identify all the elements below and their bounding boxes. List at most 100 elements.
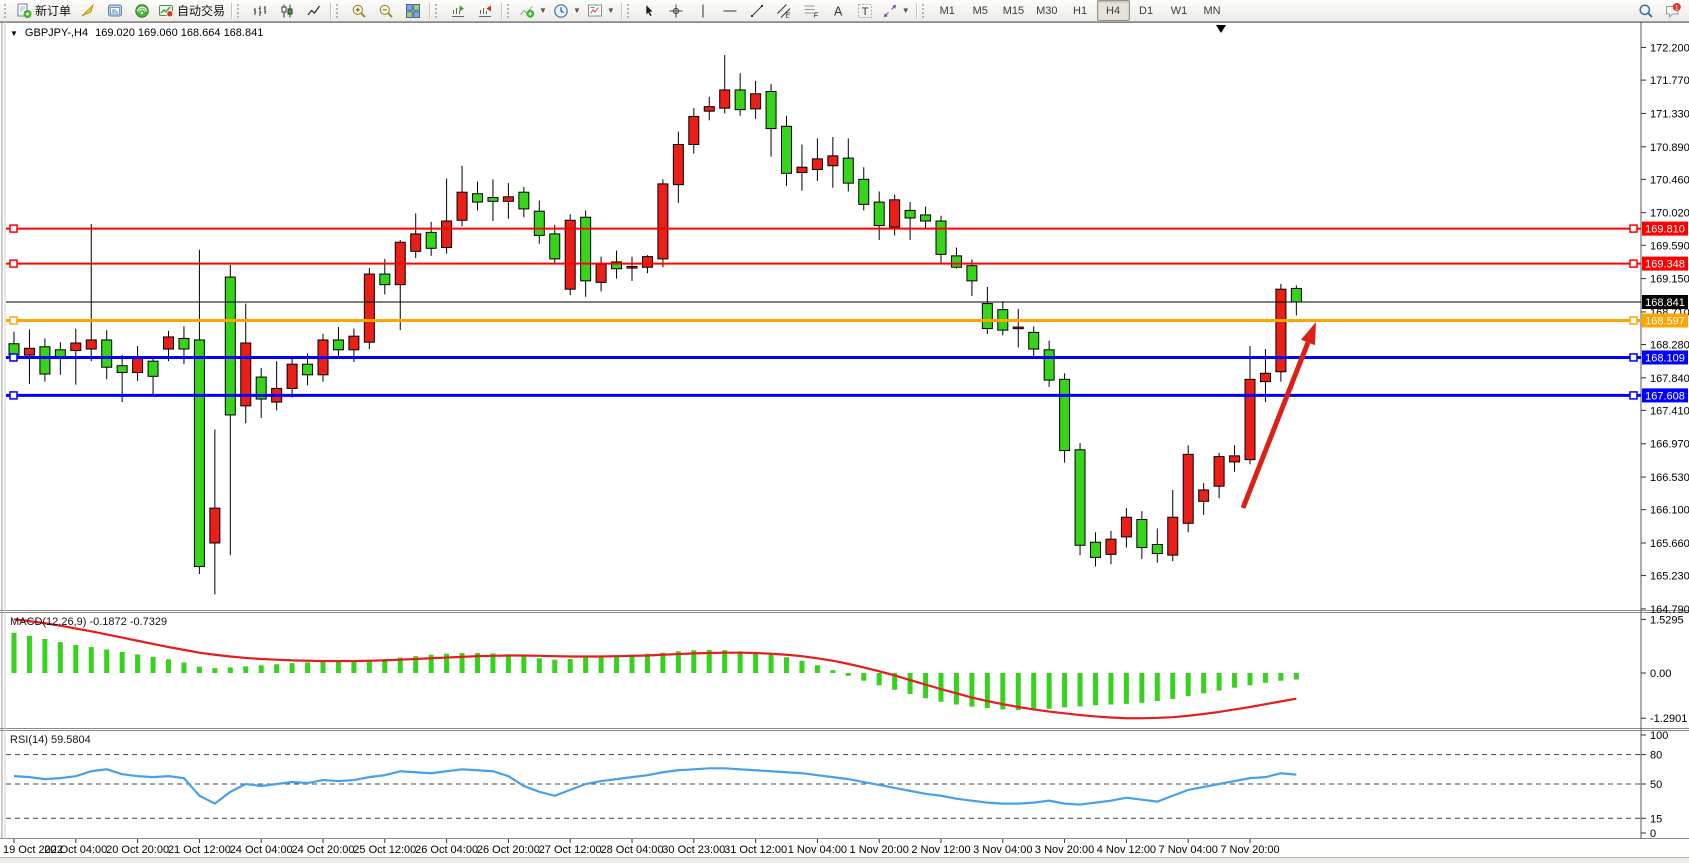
svg-text:-1.2901: -1.2901 bbox=[1650, 713, 1687, 725]
macd-histogram-bar bbox=[954, 673, 959, 705]
toolbar-group-handle[interactable] bbox=[4, 4, 10, 18]
ind-plus-icon bbox=[519, 3, 535, 19]
toolbar-group-handle[interactable] bbox=[922, 4, 928, 18]
vertical-line-tool-button[interactable] bbox=[690, 0, 717, 21]
tf-mn-button[interactable]: MN bbox=[1196, 0, 1229, 21]
candle bbox=[133, 346, 143, 381]
candle bbox=[287, 357, 297, 398]
tf-d1-button[interactable]: D1 bbox=[1130, 0, 1163, 21]
chart-shift-marker bbox=[1216, 25, 1226, 33]
macd-histogram-bar bbox=[27, 636, 32, 673]
candle bbox=[565, 214, 575, 295]
resistance-line-1[interactable] bbox=[6, 225, 1641, 232]
toolbar-group-handle[interactable] bbox=[336, 4, 342, 18]
macd-histogram-bar bbox=[243, 666, 248, 673]
search-button[interactable] bbox=[1632, 0, 1659, 21]
bar-chart-button[interactable] bbox=[246, 0, 273, 21]
templates-button[interactable]: ▼ bbox=[584, 0, 618, 21]
candle bbox=[86, 224, 96, 361]
chevron-down-icon[interactable]: ▼ bbox=[902, 7, 910, 15]
signals-button[interactable] bbox=[128, 0, 155, 21]
auto-trading-button[interactable]: 自动交易 bbox=[155, 0, 228, 21]
arrows-tool-button[interactable]: ▼ bbox=[879, 0, 913, 21]
zoom-in-button[interactable] bbox=[345, 0, 372, 21]
chevron-down-icon[interactable]: ▼ bbox=[573, 7, 581, 15]
macd-histogram-bar bbox=[228, 667, 233, 673]
macd-histogram-bar bbox=[305, 662, 310, 673]
candlestick-chart-button[interactable] bbox=[273, 0, 300, 21]
macd-histogram-bar bbox=[568, 659, 573, 673]
chart-auto-scroll-button[interactable] bbox=[471, 0, 498, 21]
macd-histogram-bar bbox=[1217, 673, 1222, 691]
zoom-out-button[interactable] bbox=[372, 0, 399, 21]
macd-histogram-bar bbox=[274, 664, 279, 673]
tile-windows-button[interactable] bbox=[399, 0, 426, 21]
toolbar-group-handle[interactable] bbox=[507, 4, 513, 18]
chevron-down-icon[interactable]: ▼ bbox=[607, 7, 615, 15]
toolbar-group-handle[interactable] bbox=[237, 4, 243, 18]
toolbar-separator bbox=[621, 3, 623, 19]
tf-h4-button[interactable]: H4 bbox=[1097, 0, 1130, 21]
toolbar-group-handle[interactable] bbox=[627, 4, 633, 18]
collapse-icon[interactable]: ▼ bbox=[10, 29, 18, 38]
chat-icon: 1 bbox=[1665, 3, 1681, 19]
periods-button[interactable]: ▼ bbox=[550, 0, 584, 21]
toolbar-separator bbox=[330, 3, 332, 19]
tf-h1-button[interactable]: H1 bbox=[1064, 0, 1097, 21]
cursor-tool-button[interactable] bbox=[636, 0, 663, 21]
zoom-in-icon bbox=[351, 3, 367, 19]
candle bbox=[673, 132, 683, 203]
horizontal-line-tool-button[interactable] bbox=[717, 0, 744, 21]
pivot-line[interactable] bbox=[6, 317, 1641, 324]
svg-text:167.608: 167.608 bbox=[1645, 390, 1685, 402]
text-tool-button[interactable]: A bbox=[825, 0, 852, 21]
candle bbox=[874, 191, 884, 239]
tf-m15-button[interactable]: M15 bbox=[997, 0, 1030, 21]
tf-m30-button[interactable]: M30 bbox=[1030, 0, 1063, 21]
svg-text:168.280: 168.280 bbox=[1650, 340, 1689, 352]
line-chart-button[interactable] bbox=[300, 0, 327, 21]
channel-tool-button[interactable]: E bbox=[771, 0, 798, 21]
svg-text:168.597: 168.597 bbox=[1645, 315, 1685, 327]
svg-text:171.330: 171.330 bbox=[1650, 108, 1689, 120]
notifications-button[interactable]: 1 bbox=[1659, 0, 1686, 21]
candle bbox=[658, 179, 668, 267]
svg-text:167.840: 167.840 bbox=[1650, 373, 1689, 385]
toolbar-group-handle[interactable] bbox=[435, 4, 441, 18]
macd-histogram-bar bbox=[537, 658, 542, 673]
window-bottom-edge bbox=[0, 857, 1689, 863]
svg-text:25 Oct 12:00: 25 Oct 12:00 bbox=[353, 844, 416, 856]
candle bbox=[1121, 508, 1131, 547]
chart-shift-end-button[interactable] bbox=[444, 0, 471, 21]
candle bbox=[627, 257, 637, 281]
fibonacci-tool-button[interactable]: F bbox=[798, 0, 825, 21]
candle bbox=[411, 213, 421, 258]
tf-m5-button[interactable]: M5 bbox=[964, 0, 997, 21]
svg-text:170.460: 170.460 bbox=[1650, 174, 1689, 186]
svg-text:166.530: 166.530 bbox=[1650, 472, 1689, 484]
candle bbox=[1152, 529, 1162, 563]
chart-pointer-button[interactable] bbox=[74, 0, 101, 21]
template-icon bbox=[587, 3, 603, 19]
trendline-tool-button[interactable] bbox=[744, 0, 771, 21]
candle bbox=[210, 429, 220, 594]
chart-canvas[interactable]: 172.200171.770171.330170.890170.460170.0… bbox=[0, 0, 1689, 862]
crosshair-tool-button[interactable] bbox=[663, 0, 690, 21]
candle bbox=[689, 108, 699, 153]
macd-histogram-bar bbox=[1093, 673, 1098, 705]
resistance-line-2[interactable] bbox=[6, 260, 1641, 267]
candle bbox=[194, 250, 204, 574]
chevron-down-icon[interactable]: ▼ bbox=[539, 7, 547, 15]
label-tool-button[interactable]: T bbox=[852, 0, 879, 21]
macd-histogram-bar bbox=[1170, 673, 1175, 699]
add-indicator-button[interactable]: ▼ bbox=[516, 0, 550, 21]
svg-text:165.230: 165.230 bbox=[1650, 571, 1689, 583]
new-order-button[interactable]: 新订单 bbox=[13, 0, 74, 21]
terminal-button[interactable] bbox=[101, 0, 128, 21]
macd-histogram-bar bbox=[861, 673, 866, 681]
tf-m1-button[interactable]: M1 bbox=[931, 0, 964, 21]
signal-icon bbox=[134, 3, 150, 19]
candle bbox=[828, 137, 838, 188]
tf-w1-button[interactable]: W1 bbox=[1163, 0, 1196, 21]
svg-text:165.660: 165.660 bbox=[1650, 538, 1689, 550]
